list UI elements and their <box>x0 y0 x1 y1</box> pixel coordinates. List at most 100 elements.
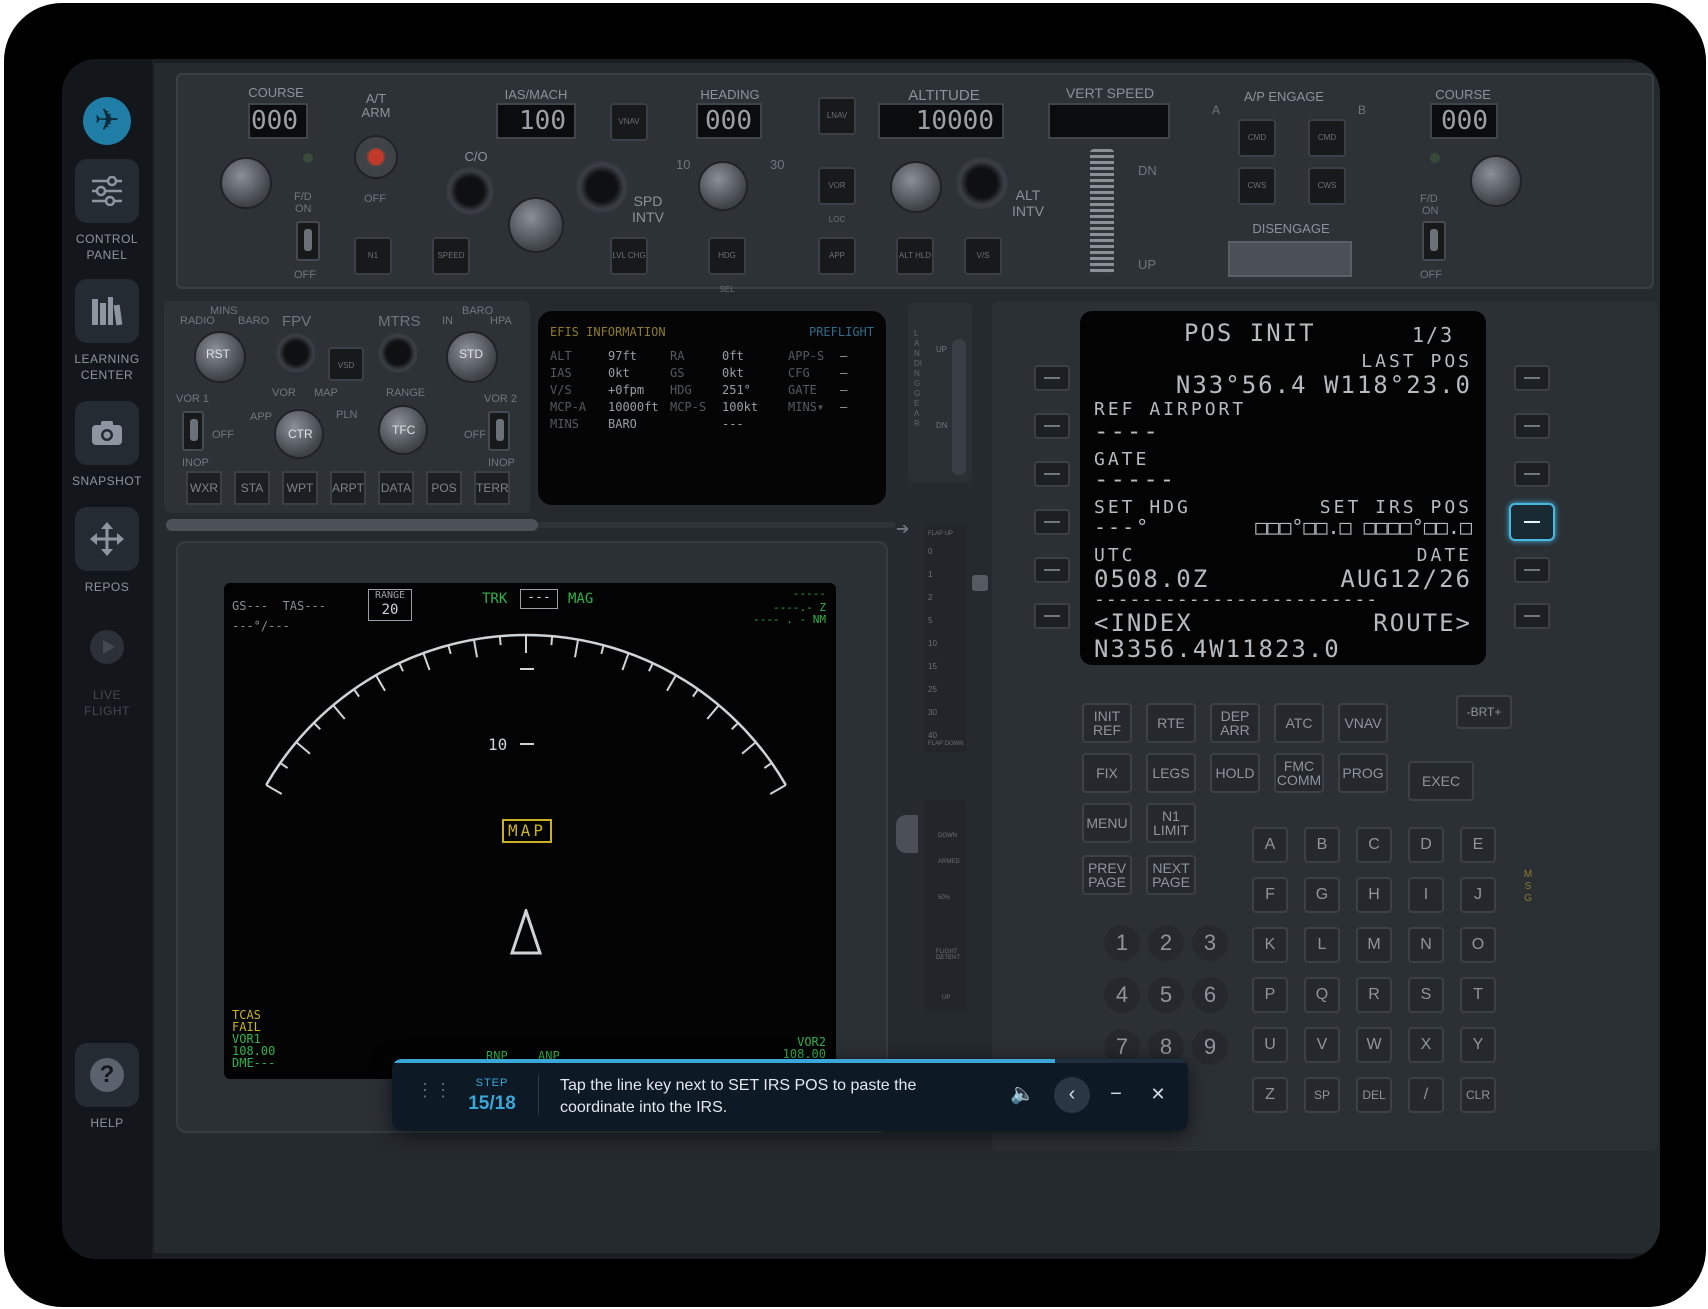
cdu-key-legs[interactable]: LEGS <box>1146 753 1196 793</box>
cdu-alpha-key-del[interactable]: DEL <box>1356 1077 1392 1113</box>
lvl-chg-button[interactable]: LVL CHG <box>610 237 648 275</box>
cdu-digit-key-6[interactable]: 6 <box>1192 977 1228 1013</box>
cdu-key-fmc-comm[interactable]: FMC COMM <box>1274 753 1324 793</box>
wxr-button[interactable]: WXR <box>186 471 222 505</box>
cdu-alpha-key-x[interactable]: X <box>1408 1027 1444 1063</box>
cdu-key-prev-page[interactable]: PREV PAGE <box>1082 855 1132 895</box>
sidebar-item-snapshot[interactable]: SNAPSHOT <box>62 401 152 489</box>
scrollbar-thumb[interactable] <box>166 519 538 531</box>
cdu-alpha-key-d[interactable]: D <box>1408 827 1444 863</box>
cdu-alpha-key-z[interactable]: Z <box>1252 1077 1288 1113</box>
brightness-knob[interactable]: -BRT+ <box>1456 695 1512 729</box>
exec-key[interactable]: EXEC <box>1408 761 1474 801</box>
vor1-switch[interactable] <box>182 411 204 451</box>
lsk-2r[interactable] <box>1514 413 1550 439</box>
vsd-button[interactable]: VSD <box>328 347 364 381</box>
speedbrake-handle[interactable] <box>896 815 918 853</box>
cdu-alpha-key-e[interactable]: E <box>1460 827 1496 863</box>
sidebar-item-help[interactable]: ? HELP <box>62 1043 152 1131</box>
minimize-button[interactable]: − <box>1098 1077 1134 1113</box>
cdu-alpha-key-p[interactable]: P <box>1252 977 1288 1013</box>
vs-button[interactable]: V/S <box>964 237 1002 275</box>
cdu-alpha-key-h[interactable]: H <box>1356 877 1392 913</box>
alt-intv-button[interactable] <box>956 157 1008 209</box>
altitude-knob[interactable] <box>890 161 942 213</box>
spd-intv-button[interactable] <box>576 161 628 213</box>
at-arm-switch[interactable] <box>354 135 398 179</box>
cdu-key-dep-arr[interactable]: DEP ARR <box>1210 703 1260 743</box>
co-button[interactable] <box>446 167 494 215</box>
lsk-6r[interactable] <box>1514 603 1550 629</box>
cdu-digit-key-5[interactable]: 5 <box>1148 977 1184 1013</box>
cdu-alpha-key-k[interactable]: K <box>1252 927 1288 963</box>
cdu-key-init-ref[interactable]: INIT REF <box>1082 703 1132 743</box>
cdu-alpha-key-m[interactable]: M <box>1356 927 1392 963</box>
vor2-switch[interactable] <box>488 411 510 451</box>
gear-lever[interactable] <box>952 339 966 475</box>
vnav-button[interactable]: VNAV <box>610 103 648 141</box>
mtrs-button[interactable] <box>378 333 418 373</box>
app-button[interactable]: APP <box>818 237 856 275</box>
cdu-alpha-key-v[interactable]: V <box>1304 1027 1340 1063</box>
cdu-alpha-key-g[interactable]: G <box>1304 877 1340 913</box>
lsk-5l[interactable] <box>1034 557 1070 583</box>
lsk-1r[interactable] <box>1514 365 1550 391</box>
data-button[interactable]: DATA <box>378 471 414 505</box>
disengage-bar[interactable] <box>1228 241 1352 277</box>
cws-b-button[interactable]: CWS <box>1308 167 1346 205</box>
cdu-alpha-key-t[interactable]: T <box>1460 977 1496 1013</box>
wpt-button[interactable]: WPT <box>282 471 318 505</box>
cdu-alpha-key-i[interactable]: I <box>1408 877 1444 913</box>
cdu-digit-key-2[interactable]: 2 <box>1148 925 1184 961</box>
cdu-alpha-key-j[interactable]: J <box>1460 877 1496 913</box>
cdu-digit-key-1[interactable]: 1 <box>1104 925 1140 961</box>
fd-right-switch[interactable] <box>1422 221 1446 261</box>
cdu-alpha-key-r[interactable]: R <box>1356 977 1392 1013</box>
cdu-alpha-key-n[interactable]: N <box>1408 927 1444 963</box>
cdu-key-n1-limit[interactable]: N1 LIMIT <box>1146 803 1196 843</box>
cdu-key-hold[interactable]: HOLD <box>1210 753 1260 793</box>
cmd-a-button[interactable]: CMD <box>1238 119 1276 157</box>
flap-handle[interactable] <box>972 575 988 591</box>
cdu-key-rte[interactable]: RTE <box>1146 703 1196 743</box>
sidebar-item-learning-center[interactable]: LEARNING CENTER <box>62 279 152 383</box>
lsk-3l[interactable] <box>1034 461 1070 487</box>
cdu-alpha-key-f[interactable]: F <box>1252 877 1288 913</box>
drag-handle-icon[interactable]: ⋮⋮ <box>416 1081 452 1107</box>
cdu-key-vnav[interactable]: VNAV <box>1338 703 1388 743</box>
lsk-3r[interactable] <box>1514 461 1550 487</box>
arpt-button[interactable]: ARPT <box>330 471 366 505</box>
ias-knob[interactable] <box>508 197 564 253</box>
cdu-key-next-page[interactable]: NEXT PAGE <box>1146 855 1196 895</box>
heading-knob[interactable] <box>698 161 748 211</box>
alt-hld-button[interactable]: ALT HLD <box>896 237 934 275</box>
cdu-alpha-key-clr[interactable]: CLR <box>1460 1077 1496 1113</box>
cdu-alpha-key-b[interactable]: B <box>1304 827 1340 863</box>
n1-button[interactable]: N1 <box>354 237 392 275</box>
fd-left-switch[interactable] <box>296 221 320 261</box>
cws-a-button[interactable]: CWS <box>1238 167 1276 205</box>
volume-icon[interactable]: 🔈 <box>1010 1081 1036 1107</box>
cdu-digit-key-3[interactable]: 3 <box>1192 925 1228 961</box>
pos-button[interactable]: POS <box>426 471 462 505</box>
vorloc-button[interactable]: VOR LOC <box>818 167 856 224</box>
sta-button[interactable]: STA <box>234 471 270 505</box>
hdg-sel-button[interactable]: HDG SEL <box>708 237 746 294</box>
panel-scrollbar[interactable] <box>166 519 896 531</box>
cdu-key-fix[interactable]: FIX <box>1082 753 1132 793</box>
scroll-right-icon[interactable]: ➔ <box>896 519 909 539</box>
cdu-alpha-key-slash[interactable]: / <box>1408 1077 1444 1113</box>
cdu-digit-key-9[interactable]: 9 <box>1192 1029 1228 1065</box>
cdu-alpha-key-o[interactable]: O <box>1460 927 1496 963</box>
cdu-key-menu[interactable]: MENU <box>1082 803 1132 843</box>
lnav-button[interactable]: LNAV <box>818 97 856 135</box>
lsk-1l[interactable] <box>1034 365 1070 391</box>
lsk-5r[interactable] <box>1514 557 1550 583</box>
cdu-alpha-key-u[interactable]: U <box>1252 1027 1288 1063</box>
vert-speed-wheel[interactable] <box>1090 149 1114 275</box>
cdu-alpha-key-y[interactable]: Y <box>1460 1027 1496 1063</box>
course-left-knob[interactable] <box>220 157 272 209</box>
cdu-key-prog[interactable]: PROG <box>1338 753 1388 793</box>
cdu-alpha-key-s[interactable]: S <box>1408 977 1444 1013</box>
lsk-4l[interactable] <box>1034 509 1070 535</box>
